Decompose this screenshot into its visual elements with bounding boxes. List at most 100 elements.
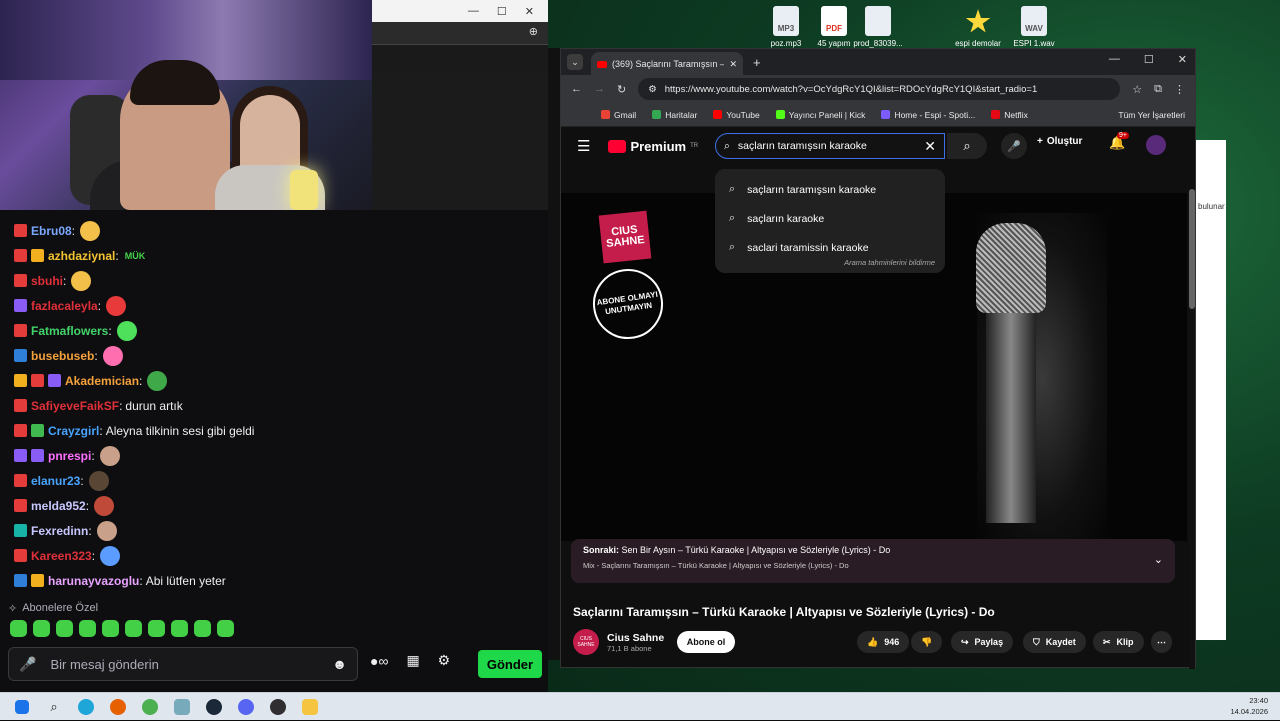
close-tab-icon[interactable]: ✕: [729, 59, 737, 70]
chat-input[interactable]: 🎤 Bir mesaj gönderin ☻: [8, 647, 358, 681]
badge-icon[interactable]: [14, 499, 27, 512]
save-button[interactable]: ⛉ Kaydet: [1023, 631, 1086, 653]
badge-icon[interactable]: [14, 574, 27, 587]
search-suggestion[interactable]: ⌕ saçların taramışsın karaoke: [715, 175, 945, 204]
menu-icon[interactable]: ⋮: [1174, 83, 1185, 96]
clock[interactable]: 23:40 14.04.2026: [1230, 696, 1268, 717]
points-icon[interactable]: ●∞: [370, 653, 388, 669]
badge-icon[interactable]: [48, 374, 61, 387]
badge-icon[interactable]: [14, 249, 27, 262]
emote[interactable]: [217, 620, 234, 637]
emoji-icon[interactable]: ☻: [332, 656, 347, 672]
chat-username[interactable]: pnrespi: [48, 449, 91, 463]
report-predictions-link[interactable]: Arama tahminlerini bildirme: [844, 258, 935, 267]
create-button[interactable]: + Oluştur: [1037, 136, 1082, 147]
more-button[interactable]: ⋯: [1151, 631, 1172, 653]
like-button[interactable]: 👍 946: [857, 631, 910, 653]
bookmark-item[interactable]: YouTube: [713, 110, 760, 120]
playlist-panel[interactable]: Sonraki: Sen Bir Aysın – Türkü Karaoke |…: [571, 539, 1175, 583]
share-button[interactable]: ↪ Paylaş: [951, 631, 1014, 653]
bookmark-item[interactable]: Home - Espi - Spoti...: [881, 110, 975, 120]
edge-icon[interactable]: [70, 693, 102, 721]
dislike-button[interactable]: 👎: [911, 631, 943, 653]
bookmark-item[interactable]: Haritalar: [652, 110, 697, 120]
bookmark-item[interactable]: Yayıncı Paneli | Kick: [775, 110, 865, 120]
chat-username[interactable]: harunayvazoglu: [48, 574, 139, 588]
close-icon[interactable]: ✕: [1178, 53, 1187, 66]
bell-icon[interactable]: 🔔 9+: [1109, 132, 1129, 151]
emote[interactable]: [102, 620, 119, 637]
badge-icon[interactable]: [31, 574, 44, 587]
emote[interactable]: [56, 620, 73, 637]
steam-icon[interactable]: [198, 693, 230, 721]
chat-username[interactable]: busebuseb: [31, 349, 94, 363]
firefox-icon[interactable]: [102, 693, 134, 721]
badge-icon[interactable]: [31, 374, 44, 387]
chevron-down-icon[interactable]: ⌄: [1154, 553, 1163, 566]
close-icon[interactable]: ✕: [525, 5, 534, 18]
chrome-icon[interactable]: [134, 693, 166, 721]
obs-icon[interactable]: [262, 693, 294, 721]
tab-youtube[interactable]: (369) Saçlarını Taramışsın – Türk ✕: [591, 52, 743, 76]
badge-icon[interactable]: [31, 424, 44, 437]
chat-username[interactable]: Kareen323: [31, 549, 92, 563]
chat-username[interactable]: Crayzgirl: [48, 424, 99, 438]
new-tab-icon[interactable]: +: [753, 55, 761, 70]
hamburger-icon[interactable]: ☰: [577, 137, 590, 155]
chat-username[interactable]: Fexredinn: [31, 524, 88, 538]
channel-avatar[interactable]: CIUS SAHNE: [573, 629, 599, 655]
extensions-icon[interactable]: ⧉: [1154, 83, 1162, 96]
mic-icon[interactable]: 🎤: [19, 656, 36, 673]
chat-username[interactable]: elanur23: [31, 474, 80, 488]
minimize-icon[interactable]: —: [468, 5, 479, 17]
reload-icon[interactable]: ↻: [617, 83, 626, 96]
desktop-icon[interactable]: WAV ESPI 1.wav: [1002, 6, 1066, 48]
badge-icon[interactable]: [14, 324, 27, 337]
badge-icon[interactable]: [14, 299, 27, 312]
emote[interactable]: [125, 620, 142, 637]
avatar[interactable]: [1146, 135, 1166, 155]
chat-username[interactable]: fazlacaleyla: [31, 299, 98, 313]
site-info-icon[interactable]: ⚙: [648, 84, 657, 95]
gear-icon[interactable]: ⚙: [438, 652, 451, 669]
emote[interactable]: [33, 620, 50, 637]
folder-icon[interactable]: [294, 693, 326, 721]
clear-icon[interactable]: ✕: [924, 138, 936, 155]
star-icon[interactable]: ☆: [1132, 83, 1142, 96]
badge-icon[interactable]: [14, 524, 27, 537]
badge-icon[interactable]: [14, 449, 27, 462]
emote[interactable]: [10, 620, 27, 637]
voice-search-icon[interactable]: 🎤: [1001, 133, 1027, 159]
badge-icon[interactable]: [14, 474, 27, 487]
search-icon[interactable]: ⌕: [38, 693, 70, 721]
badge-icon[interactable]: [14, 274, 27, 287]
chat-username[interactable]: Fatmaflowers: [31, 324, 108, 338]
url-field[interactable]: ⚙ https://www.youtube.com/watch?v=OcYdgR…: [638, 78, 1121, 100]
maximize-icon[interactable]: ☐: [1144, 53, 1154, 66]
bookmark-item[interactable]: Netflix: [991, 110, 1028, 120]
discord-icon[interactable]: [230, 693, 262, 721]
forward-icon[interactable]: →: [594, 83, 605, 95]
badge-icon[interactable]: [31, 249, 44, 262]
badge-icon[interactable]: [14, 349, 27, 362]
app-icon[interactable]: [166, 693, 198, 721]
badge-icon[interactable]: [14, 549, 27, 562]
emote[interactable]: [194, 620, 211, 637]
tab-search-icon[interactable]: ⌄: [567, 54, 583, 70]
badge-icon[interactable]: [14, 224, 27, 237]
minimize-icon[interactable]: —: [1109, 53, 1120, 66]
channel-name[interactable]: Cius Sahne: [607, 632, 664, 644]
badge-icon[interactable]: [31, 449, 44, 462]
search-input[interactable]: ⌕ saçların taramışsın karaoke ✕: [715, 133, 945, 159]
scrollbar[interactable]: [1189, 189, 1195, 669]
maximize-icon[interactable]: ☐: [497, 5, 507, 18]
desktop-icon[interactable]: ★ espi demolar: [946, 6, 1010, 49]
bookmark-item[interactable]: Gmail: [601, 110, 636, 120]
chat-username[interactable]: azhdaziynal: [48, 249, 115, 263]
badge-icon[interactable]: [14, 399, 27, 412]
youtube-logo[interactable]: Premium TR: [608, 139, 698, 154]
desktop-icon[interactable]: prod_83039...: [846, 6, 910, 48]
clip-button[interactable]: ✂ Klip: [1093, 631, 1144, 653]
zoom-icon[interactable]: ⊕: [529, 25, 538, 38]
chat-username[interactable]: SafiyeveFaikSF: [31, 399, 119, 413]
